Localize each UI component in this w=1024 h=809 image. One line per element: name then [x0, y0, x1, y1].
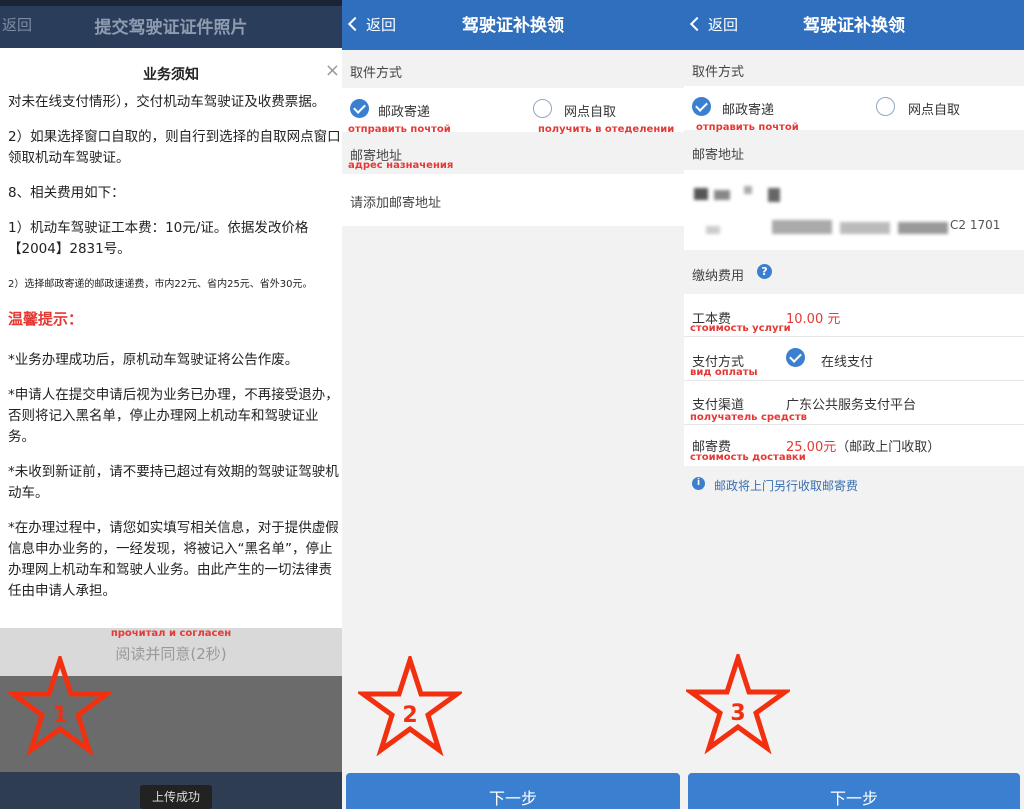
address-card[interactable]: C2 1701 [684, 170, 1024, 250]
fees-list: 工本费 10.00 元 стоимость услуги 支付方式 在线支付 в… [684, 294, 1024, 466]
pickup-method-label: 取件方式 [692, 65, 745, 80]
annotation-post: отправить почтой [348, 124, 451, 135]
notice-paragraph: 对未在线支付情形），交付机动车驾驶证及收费票据。 [8, 94, 326, 110]
blurred-text [706, 226, 720, 234]
modal-title: 业务须知 [143, 67, 199, 83]
notice-paragraph: 8、相关费用如下： [8, 185, 125, 201]
radio-post-checked[interactable] [692, 97, 711, 116]
divider [684, 336, 1024, 337]
cost-value: 10.00 元 [786, 312, 841, 327]
notice-paragraph: 2）如果选择窗口自取的，则自行到选择的自取网点窗口领取机动车驾驶证。 [8, 129, 341, 166]
address-fragment: C2 1701 [950, 218, 1001, 232]
notice-paragraph-small: 2）选择邮政寄递的邮政速递费，市内22元、省内25元、省外30元。 [8, 279, 313, 290]
page-title: 驾驶证补换领 [462, 16, 564, 36]
blurred-text [772, 220, 832, 234]
header-bar: 返回 驾驶证补换领 [684, 0, 1024, 50]
add-address-row[interactable]: 请添加邮寄地址 [342, 174, 684, 226]
option-post-label: 邮政寄递 [378, 105, 431, 120]
annotation-branch: получить в отеделении [538, 124, 675, 135]
next-button[interactable]: 下一步 [346, 773, 680, 809]
blurred-text [768, 188, 780, 202]
address-label: 邮寄地址 [692, 148, 745, 163]
pickup-method-label: 取件方式 [350, 66, 403, 81]
panel-fees-summary: 返回 驾驶证补换领 取件方式 邮政寄递 отправить почтой 网点自… [684, 0, 1024, 809]
star-number: 3 [730, 701, 745, 726]
radio-post-checked[interactable] [350, 99, 369, 118]
channel-label: 支付渠道 [692, 398, 745, 413]
notice-text: 对未在线支付情形），交付机动车驾驶证及收费票据。 2）如果选择窗口自取的，则自行… [8, 92, 342, 616]
channel-value: 广东公共服务支付平台 [786, 398, 917, 413]
radio-branch[interactable] [876, 97, 895, 116]
agree-annotation: прочитал и согласен [110, 628, 232, 639]
annotation-postage: стоимость доставки [690, 452, 806, 463]
tip-paragraph: *业务办理成功后，原机动车驾驶证将公告作废。 [8, 352, 299, 368]
checkmark-icon[interactable] [786, 348, 805, 367]
notice-paragraph: 1）机动车驾驶证工本费：10元/证。依据发改价格【2004】2831号。 [8, 220, 309, 257]
option-branch-label: 网点自取 [564, 105, 617, 120]
tip-paragraph: *未收到新证前，请不要持已超过有效期的驾驶证驾驶机动车。 [8, 464, 339, 501]
postage-note: （邮政上门收取） [836, 440, 941, 455]
tip-paragraph: *在办理过程中，请您如实填写相关信息，对于提供虚假信息申办业务的，一经发现，将被… [8, 520, 339, 599]
header-bar: 返回 提交驾驶证证件照片 [0, 0, 342, 48]
star-icon: 1 [8, 656, 112, 756]
star-number: 2 [402, 703, 417, 728]
divider [684, 380, 1024, 381]
blurred-text [714, 190, 730, 200]
postage-value-group: 25.00元（邮政上门收取） [786, 436, 940, 455]
page-title: 提交驾驶证证件照片 [94, 18, 248, 38]
blurred-text [840, 222, 890, 234]
tip-paragraph: *申请人在提交申请后视为业务已办理，不再接受退办，否则将记入黑名单，停止办理网上… [8, 387, 339, 445]
next-button[interactable]: 下一步 [688, 773, 1020, 809]
help-icon[interactable]: ? [757, 264, 772, 279]
page-title: 驾驶证补换领 [803, 16, 905, 36]
header-bar: 返回 驾驶证补换领 [342, 0, 684, 50]
annotation-cost: стоимость услуги [690, 323, 791, 334]
fees-label: 缴纳费用 [692, 269, 745, 284]
pickup-options: 邮政寄递 отправить почтой 网点自取 [684, 86, 1024, 133]
option-branch-label: 网点自取 [908, 103, 961, 118]
annotation-address: адрес назначения [348, 160, 454, 171]
add-address-placeholder: 请添加邮寄地址 [350, 196, 442, 211]
pay-method-value: 在线支付 [821, 355, 874, 370]
close-icon[interactable]: × [325, 60, 340, 81]
warning-title: 温馨提示： [8, 310, 84, 328]
toast-message: 上传成功 [140, 785, 212, 809]
blurred-text [898, 222, 948, 234]
info-note: 邮政将上门另行收取邮寄费 [714, 479, 859, 493]
radio-branch[interactable] [533, 99, 552, 118]
info-icon: i [692, 477, 705, 490]
divider [684, 424, 1024, 425]
blurred-text [744, 186, 752, 194]
option-post-label: 邮政寄递 [722, 103, 775, 118]
annotation-channel: получатель средств [690, 412, 807, 423]
panel-business-notice: 返回 提交驾驶证证件照片 业务须知 × 对未在线支付情形），交付机动车驾驶证及收… [0, 0, 342, 809]
star-number: 1 [52, 703, 67, 728]
blurred-text [694, 188, 708, 200]
annotation-post: отправить почтой [696, 122, 799, 133]
star-icon: 3 [686, 654, 790, 754]
annotation-pay-method: вид оплаты [690, 367, 758, 378]
panel-delivery-select: 返回 驾驶证补换领 取件方式 邮政寄递 отправить почтой 网点自… [342, 0, 684, 809]
star-icon: 2 [358, 656, 462, 756]
pickup-options: 邮政寄递 отправить почтой 网点自取 получить в от… [342, 88, 684, 135]
